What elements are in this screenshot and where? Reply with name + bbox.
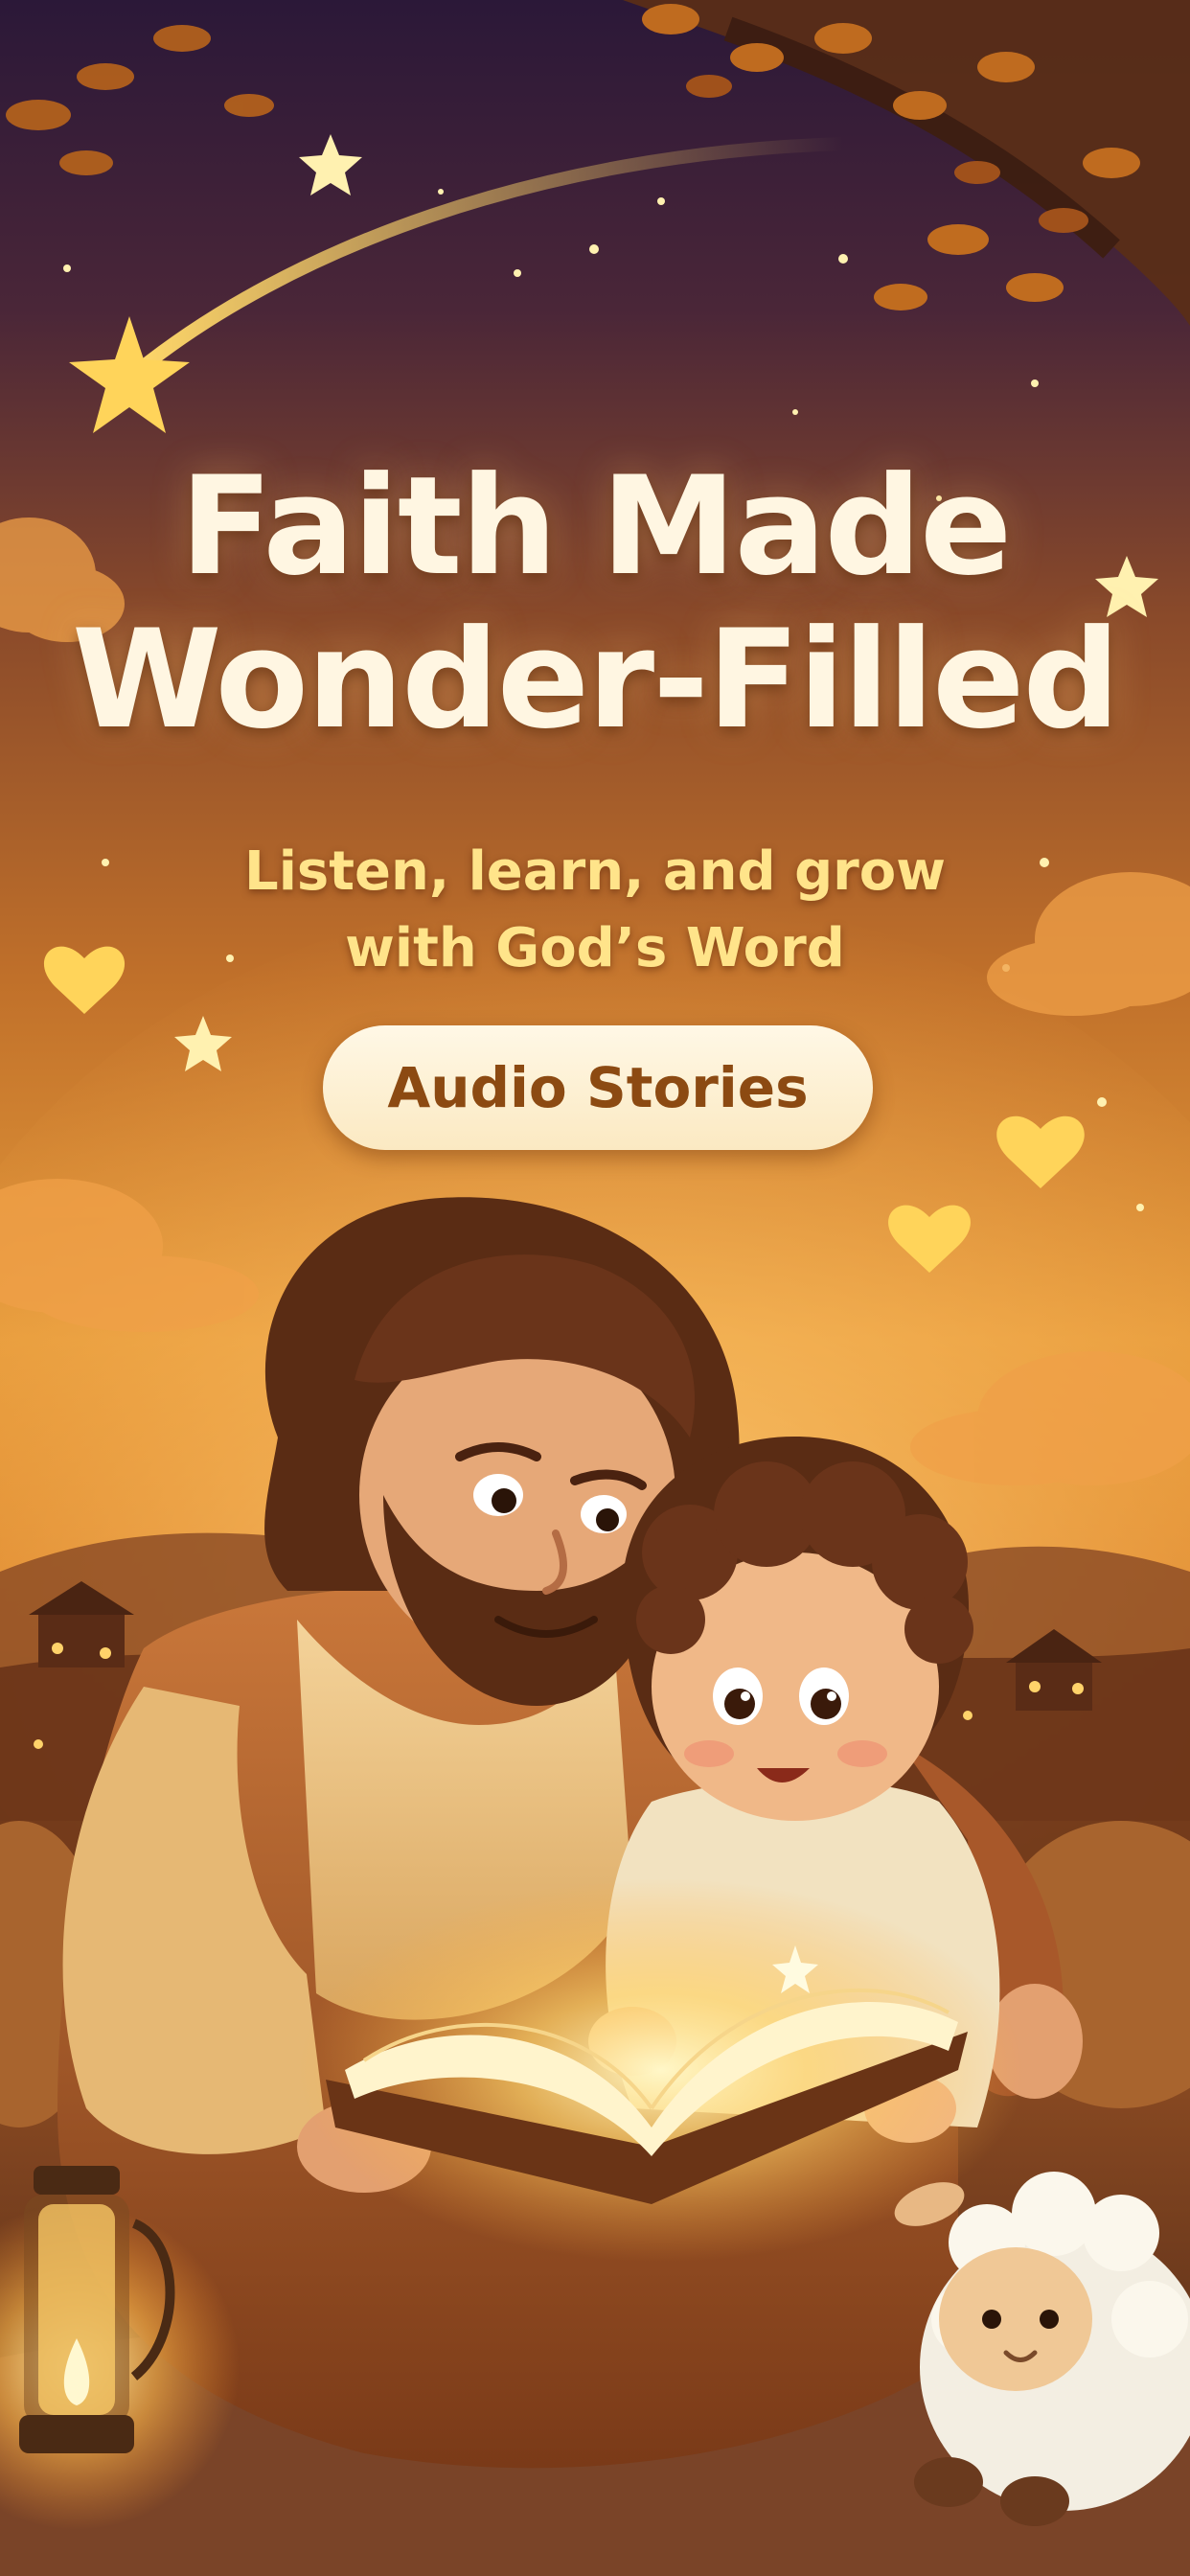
subtitle: Listen, learn, and grow with God’s Word — [0, 834, 1190, 987]
tree-branch — [623, 0, 1190, 326]
subtitle-line-1: Listen, learn, and grow — [244, 840, 946, 903]
bedtime-story-illustration — [0, 0, 1190, 2576]
subtitle-line-2: with God’s Word — [345, 917, 845, 979]
audio-stories-button[interactable]: Audio Stories — [323, 1025, 873, 1150]
promo-screen: Faith Made Wonder-Filled Listen, learn, … — [0, 0, 1190, 2576]
shooting-star — [69, 316, 190, 433]
headline: Faith Made Wonder-Filled — [0, 450, 1190, 757]
leaves-top-left — [6, 25, 274, 175]
shooting-star-trail — [127, 137, 850, 380]
headline-line-1: Faith Made — [179, 448, 1013, 606]
headline-line-2: Wonder-Filled — [71, 601, 1120, 759]
